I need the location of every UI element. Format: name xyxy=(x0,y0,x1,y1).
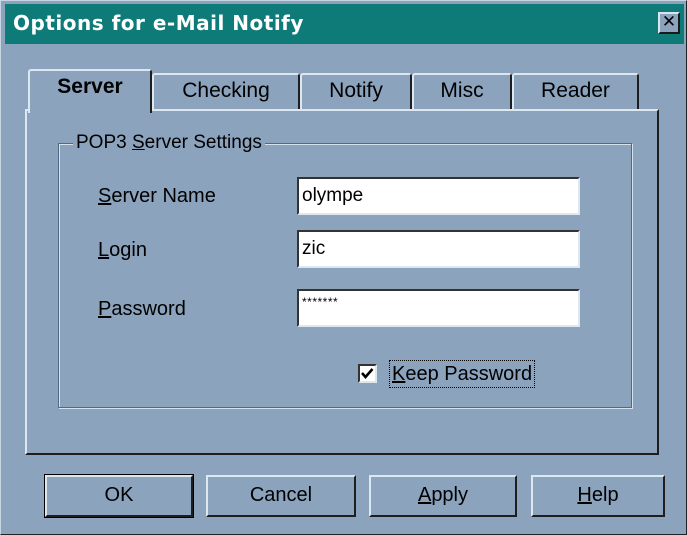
tab-server-label: Server xyxy=(57,75,123,98)
tab-notify[interactable]: Notify xyxy=(300,73,412,109)
window-title: Options for e-Mail Notify xyxy=(13,11,304,35)
tab-notify-label: Notify xyxy=(329,79,383,102)
checkmark-icon xyxy=(361,368,374,379)
password-input[interactable]: ******* xyxy=(297,289,580,327)
keep-password-label[interactable]: Keep Password xyxy=(389,360,536,388)
password-label: Password xyxy=(98,298,186,320)
login-label: Login xyxy=(98,239,147,261)
cancel-button[interactable]: Cancel xyxy=(206,475,356,517)
tab-checking[interactable]: Checking xyxy=(152,73,300,109)
apply-button[interactable]: Apply xyxy=(369,475,517,517)
server-name-input[interactable]: olympe xyxy=(297,177,580,215)
tab-server[interactable]: Server xyxy=(28,69,152,113)
group-legend: POP3 Server Settings xyxy=(73,132,265,154)
title-bar[interactable]: Options for e-Mail Notify ✕ xyxy=(5,4,684,44)
login-input[interactable]: zic xyxy=(297,230,580,268)
tab-reader-label: Reader xyxy=(541,79,610,102)
ok-button[interactable]: OK xyxy=(45,475,193,517)
tab-reader[interactable]: Reader xyxy=(512,73,639,109)
server-name-label: Server Name xyxy=(98,185,216,207)
options-dialog: Options for e-Mail Notify ✕ Server Check… xyxy=(0,0,687,535)
tab-checking-label: Checking xyxy=(182,79,270,102)
keep-password-checkbox[interactable] xyxy=(358,364,377,383)
tab-misc[interactable]: Misc xyxy=(412,73,512,109)
help-button[interactable]: Help xyxy=(531,475,665,517)
close-icon: ✕ xyxy=(661,12,677,32)
tab-misc-label: Misc xyxy=(440,79,484,102)
close-button[interactable]: ✕ xyxy=(658,12,680,34)
